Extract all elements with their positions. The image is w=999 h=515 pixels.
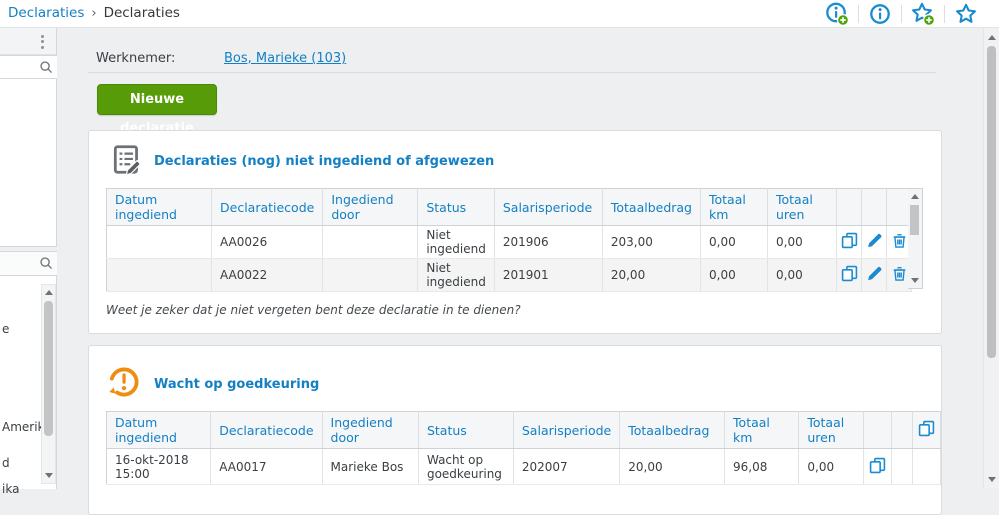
copy-icon[interactable]	[839, 265, 859, 283]
page-scrollbar[interactable]	[983, 28, 999, 489]
table-header-row: Datum ingediend Declaratiecode Ingediend…	[106, 188, 912, 226]
edit-icon[interactable]	[864, 232, 884, 250]
edit-icon[interactable]	[864, 265, 884, 283]
search-icon[interactable]	[39, 256, 54, 275]
col-ingediend-door: Ingediend door	[322, 411, 419, 449]
scroll-up-icon[interactable]	[911, 194, 919, 199]
sidebar-list-search-input[interactable]	[2, 254, 40, 272]
col-totaalbedrag: Totaalbedrag	[619, 411, 726, 449]
search-icon[interactable]	[39, 60, 54, 79]
top-actions	[824, 2, 979, 26]
col-salarisperiode: Salarisperiode	[494, 188, 603, 226]
sidebar-search-input[interactable]	[2, 58, 40, 76]
sidebar-header-strip	[0, 28, 56, 55]
table-row: AA0026 Niet ingediend 201906 203,00 0,00…	[106, 225, 912, 259]
copy-all-icon[interactable]	[917, 420, 937, 438]
panel-wacht-op-goedkeuring: Wacht op goedkeuring Datum ingediend Dec…	[88, 345, 942, 515]
kebab-menu-icon[interactable]	[35, 32, 49, 52]
copy-icon[interactable]	[839, 232, 859, 250]
table-row: AA0022 Niet ingediend 201901 20,00 0,00 …	[106, 258, 912, 292]
col-totaal-km: Totaal km	[700, 188, 768, 226]
delete-icon[interactable]	[889, 265, 909, 283]
table-row: 16-okt-2018 15:00 AA0017 Marieke Bos Wac…	[106, 448, 941, 485]
sidebar-bottom-panel: e Amerik d ika	[0, 251, 57, 496]
table-header-row: Datum ingediend Declaratiecode Ingediend…	[106, 411, 941, 449]
info-add-icon[interactable]	[824, 2, 850, 26]
col-datum-ingediend: Datum ingediend	[106, 188, 212, 226]
scroll-down-icon[interactable]	[988, 477, 996, 482]
divider	[901, 5, 902, 23]
col-datum-ingediend: Datum ingediend	[106, 411, 212, 449]
col-totaal-uren: Totaal uren	[798, 411, 865, 449]
divider	[88, 72, 936, 73]
delete-icon[interactable]	[889, 232, 909, 250]
declaraties-table: Datum ingediend Declaratiecode Ingediend…	[106, 188, 912, 292]
top-bar: Declaraties › Declaraties	[0, 0, 999, 28]
scroll-up-icon[interactable]	[45, 290, 53, 295]
scroll-down-icon[interactable]	[45, 473, 53, 478]
sidebar-list-item[interactable]: Amerik	[2, 420, 45, 434]
scroll-up-icon[interactable]	[988, 35, 996, 40]
col-status: Status	[418, 411, 514, 449]
sidebar-scrollbar-thumb[interactable]	[44, 301, 53, 436]
nieuwe-declaratie-button[interactable]: Nieuwe declaratie	[97, 84, 217, 136]
sidebar-list-item[interactable]: ika	[2, 482, 19, 496]
info-icon[interactable]	[867, 2, 893, 26]
divider	[858, 5, 859, 23]
scroll-down-icon[interactable]	[911, 278, 919, 283]
sidebar-list-item[interactable]: e	[2, 322, 9, 336]
document-edit-icon	[110, 143, 144, 181]
copy-icon[interactable]	[867, 457, 887, 475]
sidebar-search	[0, 55, 57, 79]
page-scrollbar-thumb[interactable]	[987, 46, 996, 358]
werknemer-link[interactable]: Bos, Marieke (103)	[224, 51, 346, 66]
werknemer-label: Werknemer:	[96, 51, 176, 66]
col-status: Status	[417, 188, 495, 226]
table-scrollbar[interactable]	[908, 188, 923, 289]
favorite-icon[interactable]	[953, 2, 979, 26]
reminder-note: Weet je zeker dat je niet vergeten bent …	[106, 303, 521, 317]
col-totaal-uren: Totaal uren	[767, 188, 837, 226]
divider	[944, 5, 945, 23]
col-salarisperiode: Salarisperiode	[513, 411, 621, 449]
col-totaalbedrag: Totaalbedrag	[602, 188, 702, 226]
sidebar-list-search	[0, 252, 57, 276]
sidebar-list-item[interactable]: d	[2, 456, 10, 470]
breadcrumb-link-declaraties[interactable]: Declaraties	[8, 5, 84, 21]
col-declaratiecode: Declaratiecode	[211, 188, 324, 226]
favorite-add-icon[interactable]	[910, 2, 936, 26]
col-ingediend-door: Ingediend door	[322, 188, 419, 226]
sidebar-top-panel	[0, 28, 57, 247]
breadcrumb: Declaraties › Declaraties	[8, 5, 180, 21]
panel-niet-ingediend: Declaraties (nog) niet ingediend of afge…	[88, 130, 942, 334]
breadcrumb-current: Declaraties	[103, 5, 180, 21]
panel-title: Declaraties (nog) niet ingediend of afge…	[154, 154, 495, 169]
goedkeuring-table: Datum ingediend Declaratiecode Ingediend…	[106, 411, 941, 485]
table-scrollbar-thumb[interactable]	[910, 205, 919, 235]
panel-title: Wacht op goedkeuring	[154, 377, 320, 392]
waiting-approval-icon	[106, 364, 142, 404]
sidebar-list-scrollbar[interactable]	[41, 284, 56, 484]
col-totaal-km: Totaal km	[724, 411, 800, 449]
col-declaratiecode: Declaratiecode	[210, 411, 323, 449]
breadcrumb-separator-icon: ›	[91, 6, 97, 21]
